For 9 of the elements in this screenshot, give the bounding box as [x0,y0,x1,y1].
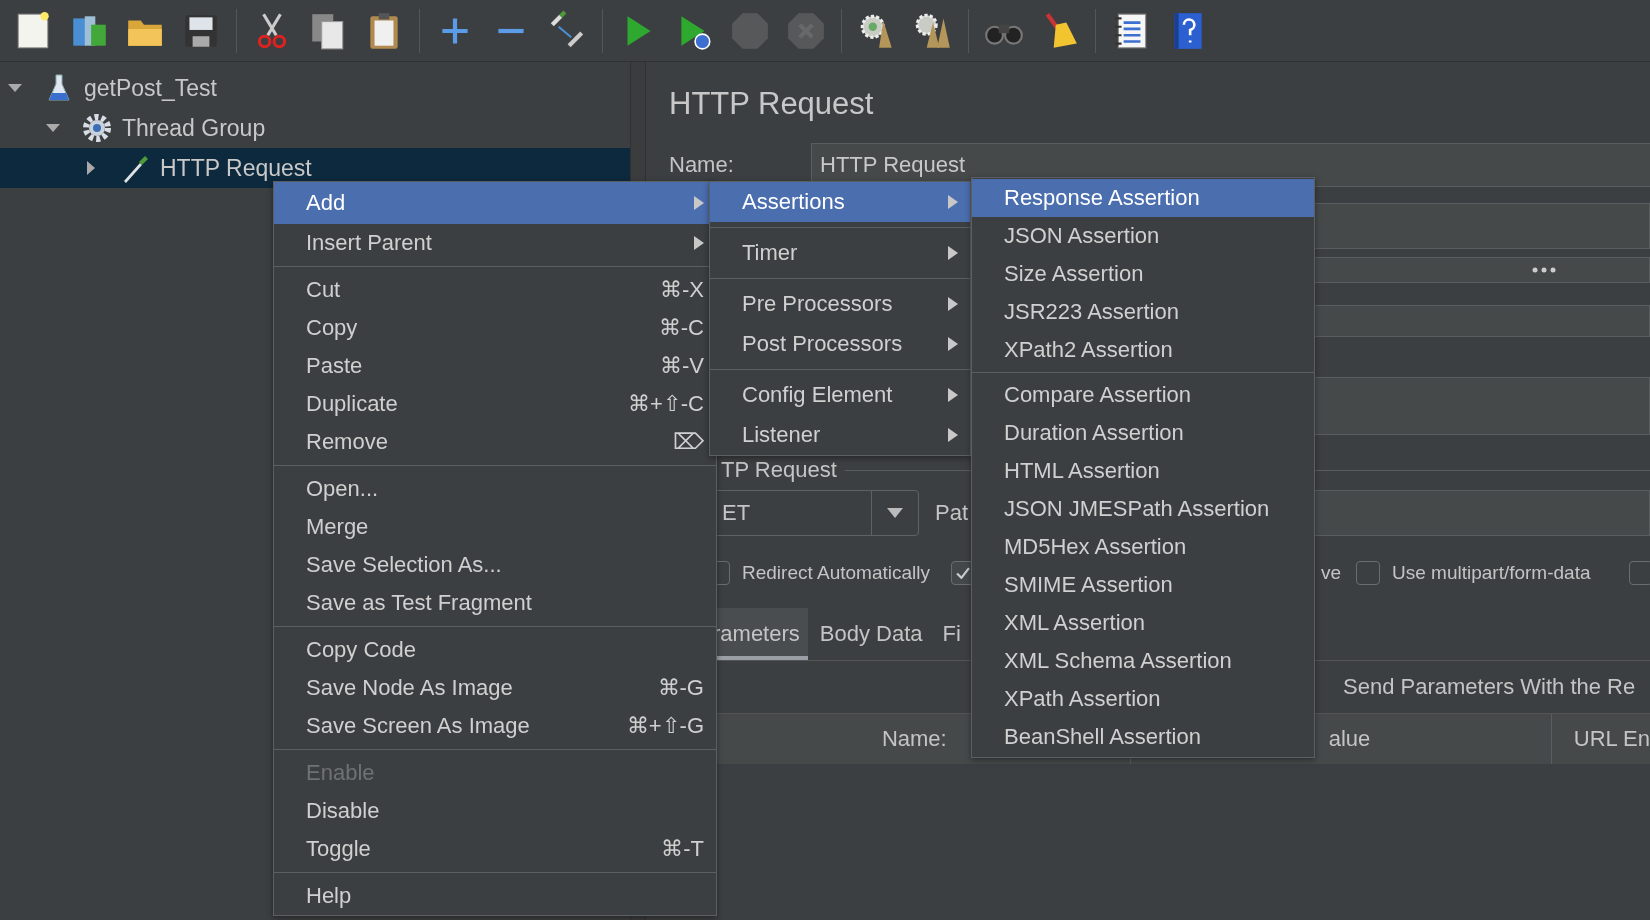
checkbox-label: Use multipart/form-data [1392,562,1591,584]
send-parameters-label: Send Parameters With the Re [1343,674,1636,700]
column-header: URL En [1572,725,1650,753]
section-title: TP Request [721,457,838,483]
checkbox-label: Redirect Automatically [742,562,930,584]
path-label: Pat [935,500,970,526]
name-label: Name: [669,151,735,179]
panel-title: HTTP Request [669,85,875,123]
checkbox-label: ve [1321,562,1342,584]
